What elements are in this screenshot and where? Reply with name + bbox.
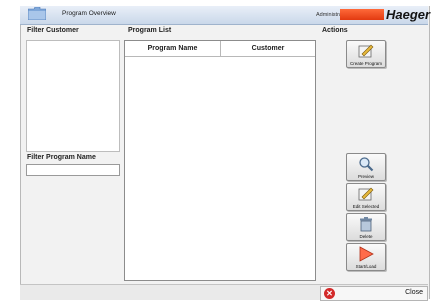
preview-button[interactable]: Preview [346, 153, 386, 181]
create-program-label: Create Program [349, 61, 382, 66]
brand-color-bar [340, 9, 384, 20]
title-bar: Program Overview Administrator Haeger [20, 6, 431, 25]
create-program-icon [358, 44, 374, 58]
close-label: Close [405, 289, 423, 296]
column-header-customer[interactable]: Customer [221, 41, 315, 57]
trash-icon [360, 217, 372, 232]
preview-label: Preview [357, 174, 374, 179]
brand-name: Haeger [386, 7, 431, 22]
start-load-button[interactable]: Start/Load [346, 243, 386, 271]
footer-bar: ✕ Close [20, 284, 428, 301]
create-program-button[interactable]: Create Program [346, 40, 386, 68]
actions-label: Actions [322, 27, 348, 34]
folder-icon [28, 7, 46, 20]
filter-customer-label: Filter Customer [27, 27, 79, 34]
edit-icon [358, 187, 374, 201]
start-load-label: Start/Load [355, 264, 377, 269]
program-list-table[interactable]: Program Name Customer [124, 40, 316, 281]
window-title: Program Overview [62, 10, 116, 17]
delete-label: Delete [359, 234, 373, 239]
delete-button[interactable]: Delete [346, 213, 386, 241]
magnifier-icon [359, 157, 374, 172]
play-icon [359, 246, 374, 262]
customer-filter-list[interactable] [26, 40, 120, 152]
filter-program-name-label: Filter Program Name [27, 154, 96, 161]
program-name-filter-input[interactable] [26, 164, 120, 176]
brand-logo: Haeger [340, 7, 431, 22]
edit-selected-label: Edit Selected [352, 204, 380, 209]
program-list-label: Program List [128, 27, 172, 34]
close-icon: ✕ [324, 288, 335, 299]
edit-selected-button[interactable]: Edit Selected [346, 183, 386, 211]
column-header-program-name[interactable]: Program Name [125, 41, 221, 57]
